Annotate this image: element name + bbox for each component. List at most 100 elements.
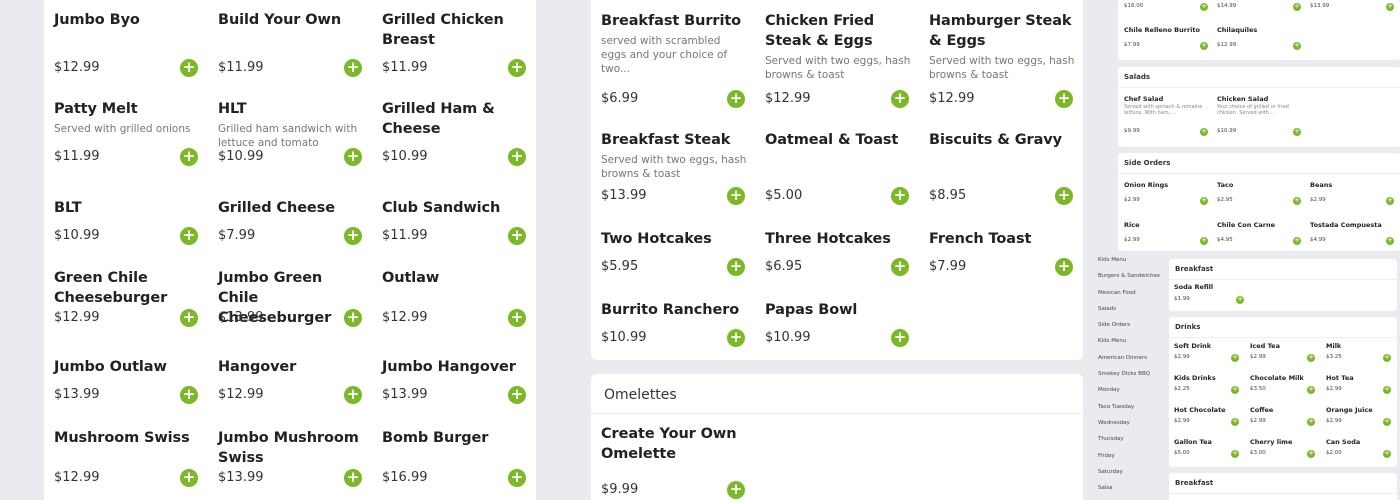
sidebar-category-link[interactable]: Taco Tuesday	[1094, 399, 1166, 415]
add-item-button[interactable]: +	[727, 329, 745, 347]
menu-item-card[interactable]: Jumbo Hangover $13.99 +	[382, 357, 530, 404]
add-item-button[interactable]: +	[508, 227, 526, 245]
add-item-button[interactable]: +	[508, 469, 526, 487]
mini-menu-item[interactable]: Milk $3.25 +	[1326, 342, 1396, 362]
add-item-button[interactable]: +	[1386, 197, 1394, 205]
mini-menu-item[interactable]: Cherry lime $3.00 +	[1250, 438, 1320, 458]
menu-item-card[interactable]: Club Sandwich $11.99 +	[382, 198, 530, 245]
sidebar-category-link[interactable]: Mexican Food	[1094, 285, 1166, 301]
add-item-button[interactable]: +	[344, 386, 362, 404]
mini-menu-item[interactable]: Hot Chocolate $2.99 +	[1174, 406, 1244, 426]
menu-item-card[interactable]: Breakfast Steak Served with two eggs, has…	[601, 130, 749, 205]
sidebar-category-link[interactable]: Monday	[1094, 382, 1166, 398]
add-item-button[interactable]: +	[1231, 418, 1239, 426]
add-item-button[interactable]: +	[344, 148, 362, 166]
add-item-button[interactable]: +	[344, 227, 362, 245]
sidebar-category-link[interactable]: Saturday	[1094, 464, 1166, 480]
add-item-button[interactable]: +	[1200, 42, 1208, 50]
add-item-button[interactable]: +	[1055, 90, 1073, 108]
mini-menu-item[interactable]: Taco $2.95 +	[1217, 181, 1307, 205]
add-item-button[interactable]: +	[1055, 187, 1073, 205]
add-item-button[interactable]: +	[891, 187, 909, 205]
menu-item-card[interactable]: Papas Bowl $10.99 +	[765, 300, 913, 347]
menu-item-card[interactable]: Chicken Fried Steak & Eggs Served with tw…	[765, 11, 913, 108]
menu-item-card[interactable]: Two Hotcakes $5.95 +	[601, 229, 749, 276]
menu-item-card[interactable]: HLT Grilled ham sandwich with lettuce and…	[218, 99, 366, 166]
sidebar-category-link[interactable]: American Dinners	[1094, 350, 1166, 366]
add-item-button[interactable]: +	[1386, 237, 1394, 245]
add-item-button[interactable]: +	[1231, 354, 1239, 362]
mini-menu-item[interactable]: Hot Tea $2.99 +	[1326, 374, 1396, 394]
sidebar-category-link[interactable]: Kids Menu	[1094, 333, 1166, 349]
add-item-button[interactable]: +	[1383, 418, 1391, 426]
sidebar-category-link[interactable]: Salads	[1094, 301, 1166, 317]
sidebar-category-link[interactable]: Friday	[1094, 448, 1166, 464]
add-item-button[interactable]: +	[1200, 197, 1208, 205]
sidebar-category-link[interactable]: Smokey Dicks BBQ	[1094, 366, 1166, 382]
menu-item-card[interactable]: Jumbo Outlaw $13.99 +	[54, 357, 202, 404]
add-item-button[interactable]: +	[727, 258, 745, 276]
add-item-button[interactable]: +	[891, 90, 909, 108]
menu-item-card[interactable]: Outlaw $12.99 +	[382, 268, 530, 327]
add-item-button[interactable]: +	[1307, 354, 1315, 362]
mini-menu-item[interactable]: Soda Refill $1.99 +	[1174, 283, 1264, 304]
menu-item-card[interactable]: Patty Melt Served with grilled onions $11.…	[54, 99, 202, 166]
add-item-button[interactable]: +	[1293, 197, 1301, 205]
add-item-button[interactable]: +	[1293, 128, 1301, 136]
sidebar-category-link[interactable]: Kids Menu	[1094, 252, 1166, 268]
add-item-button[interactable]: +	[1200, 3, 1208, 11]
sidebar-category-link[interactable]: Wednesday	[1094, 415, 1166, 431]
add-item-button[interactable]: +	[1383, 354, 1391, 362]
add-item-button[interactable]: +	[1231, 386, 1239, 394]
menu-item-card[interactable]: Create Your Own Omelette $9.99 +	[601, 424, 749, 499]
mini-menu-item[interactable]: Chilaquiles $12.99 +	[1217, 26, 1307, 50]
add-item-button[interactable]: +	[1383, 386, 1391, 394]
menu-item-card[interactable]: Bomb Burger $16.99 +	[382, 428, 530, 487]
menu-item-card[interactable]: Biscuits & Gravy $8.95 +	[929, 130, 1077, 205]
menu-item-card[interactable]: Jumbo Byo $12.99 +	[54, 10, 202, 77]
add-item-button[interactable]: +	[1236, 296, 1244, 304]
add-item-button[interactable]: +	[1307, 450, 1315, 458]
add-item-button[interactable]: +	[1307, 418, 1315, 426]
add-item-button[interactable]: +	[1200, 237, 1208, 245]
menu-item-card[interactable]: BLT $10.99 +	[54, 198, 202, 245]
add-item-button[interactable]: +	[180, 386, 198, 404]
add-item-button[interactable]: +	[180, 309, 198, 327]
add-item-button[interactable]: +	[1200, 128, 1208, 136]
menu-item-card[interactable]: Jumbo Mushroom Swiss $13.99 +	[218, 428, 366, 487]
menu-item-card[interactable]: Breakfast Burrito served with scrambled e…	[601, 11, 749, 108]
menu-item-card[interactable]: Build Your Own $11.99 +	[218, 10, 366, 77]
mini-menu-item[interactable]: Iced Tea $2.99 +	[1250, 342, 1320, 362]
add-item-button[interactable]: +	[727, 187, 745, 205]
mini-menu-item[interactable]: Coffee $2.99 +	[1250, 406, 1320, 426]
add-item-button[interactable]: +	[508, 148, 526, 166]
menu-item-card[interactable]: Jumbo Green Chile Cheeseburger $13.99 +	[218, 268, 366, 328]
add-item-button[interactable]: +	[1386, 3, 1394, 11]
add-item-button[interactable]: +	[508, 386, 526, 404]
mini-menu-item[interactable]: Chocolate Milk $3.50 +	[1250, 374, 1320, 394]
mini-menu-item[interactable]: Tostada Compuesta $4.99 +	[1310, 221, 1400, 245]
mini-menu-item[interactable]: Chile Relleno Burrito $7.99 +	[1124, 26, 1214, 50]
add-item-button[interactable]: +	[508, 59, 526, 77]
add-item-button[interactable]: +	[1293, 3, 1301, 11]
add-item-button[interactable]: +	[1055, 258, 1073, 276]
mini-menu-item[interactable]: Soft Drink $2.99 +	[1174, 342, 1244, 362]
add-item-button[interactable]: +	[727, 90, 745, 108]
menu-item-card[interactable]: Green Chile Cheeseburger $12.99 +	[54, 268, 202, 327]
add-item-button[interactable]: +	[180, 148, 198, 166]
add-item-button[interactable]: +	[1383, 450, 1391, 458]
add-item-button[interactable]: +	[180, 59, 198, 77]
mini-menu-item[interactable]: Can Soda $2.00 +	[1326, 438, 1396, 458]
mini-menu-item[interactable]: Kids Drinks $2.25 +	[1174, 374, 1244, 394]
menu-item-card[interactable]: Oatmeal & Toast $5.00 +	[765, 130, 913, 205]
add-item-button[interactable]: +	[1293, 237, 1301, 245]
add-item-button[interactable]: +	[891, 258, 909, 276]
add-item-button[interactable]: +	[1293, 42, 1301, 50]
add-item-button[interactable]: +	[891, 329, 909, 347]
add-item-button[interactable]: +	[727, 481, 745, 499]
mini-menu-item[interactable]: Chef Salad Served with spinach & romaine …	[1124, 95, 1214, 136]
menu-item-card[interactable]: Grilled Cheese $7.99 +	[218, 198, 366, 245]
add-item-button[interactable]: +	[508, 309, 526, 327]
add-item-button[interactable]: +	[1307, 386, 1315, 394]
menu-item-card[interactable]: Grilled Chicken Breast $11.99 +	[382, 10, 530, 77]
